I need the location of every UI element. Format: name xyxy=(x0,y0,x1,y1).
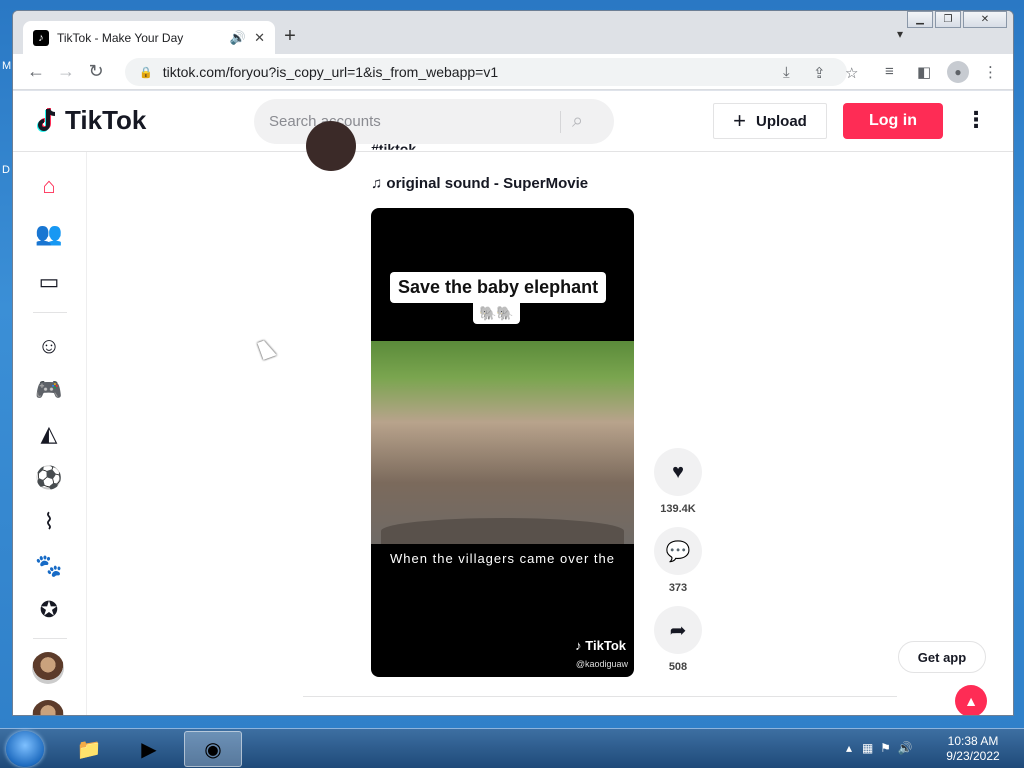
clock[interactable]: 10:38 AM 9/23/2022 xyxy=(940,734,1006,764)
lock-icon[interactable]: 🔒 xyxy=(139,66,153,79)
reload-icon[interactable]: ↻ xyxy=(81,61,111,82)
media-control-icon[interactable]: ≡ xyxy=(885,63,894,80)
tiktok-logo-icon xyxy=(35,107,59,135)
site-header: TikTok Search accounts ⌕ + Upload Log in… xyxy=(13,91,1013,152)
comment-count: 373 xyxy=(668,582,688,594)
suggested-account-avatar[interactable] xyxy=(32,700,64,715)
forward-icon[interactable]: → xyxy=(51,61,81,82)
sidebar-divider xyxy=(33,312,67,313)
speaker-icon[interactable]: 🔊 xyxy=(230,30,246,46)
video-subtitle: When the villagers came over the xyxy=(390,551,615,566)
search-divider xyxy=(560,111,561,133)
tab-search-chevron-icon[interactable]: ▾ xyxy=(897,27,903,41)
system-tray: ▴ ▦ ⚑ 🔊 xyxy=(846,741,912,755)
close-tab-icon[interactable]: ✕ xyxy=(254,30,265,46)
desktop-label-d: D xyxy=(2,164,10,176)
address-bar[interactable]: 🔒 tiktok.com/foryou?is_copy_url=1&is_fro… xyxy=(125,58,847,86)
sports-icon[interactable]: ⚽ xyxy=(35,464,63,492)
volume-icon[interactable]: 🔊 xyxy=(898,741,913,755)
music-note-icon: ♫ xyxy=(371,175,387,192)
comedy-icon[interactable]: ☺ xyxy=(35,332,63,360)
watermark-text: TikTok xyxy=(585,638,626,653)
side-panel-icon[interactable]: ◧ xyxy=(917,63,931,81)
back-to-top-button[interactable]: ▲ xyxy=(955,685,987,715)
share-icon[interactable]: ⇪ xyxy=(813,64,826,82)
taskbar: 📁 ▶ ◉ ▴ ▦ ⚑ 🔊 10:38 AM 9/23/2022 xyxy=(0,728,1024,768)
comment-icon: 💬 xyxy=(665,540,691,563)
search-icon[interactable]: ⌕ xyxy=(572,110,583,133)
tab-title: TikTok - Make Your Day xyxy=(57,30,184,45)
login-button[interactable]: Log in xyxy=(843,103,943,139)
share-button[interactable]: ➦ xyxy=(654,606,702,654)
food-icon[interactable]: ◭ xyxy=(35,420,63,448)
watermark-user: @kaodiguaw xyxy=(575,659,628,669)
well-image xyxy=(381,518,624,544)
start-button[interactable] xyxy=(6,731,44,767)
video-player[interactable]: Save the baby elephant 🐘🐘 When the villa… xyxy=(371,208,634,677)
sidebar-divider xyxy=(33,638,67,639)
clock-date: 9/23/2022 xyxy=(946,749,1000,763)
live-icon[interactable]: ▭ xyxy=(35,268,63,296)
tiktok-favicon-icon: ♪ xyxy=(33,29,49,46)
logo-text: TikTok xyxy=(65,105,147,135)
home-icon[interactable]: ⌂ xyxy=(35,172,63,200)
animals-icon[interactable]: 🐾 xyxy=(35,552,63,580)
back-icon[interactable]: ← xyxy=(21,61,51,82)
menu-dots-icon[interactable]: ⋮ xyxy=(983,63,998,81)
close-window-button[interactable]: ✕ xyxy=(963,11,1007,28)
heart-icon: ♥ xyxy=(672,460,684,483)
minimize-button[interactable]: ▁ xyxy=(907,11,933,28)
beauty-icon[interactable]: ⌇ xyxy=(35,508,63,536)
tab-tiktok[interactable]: ♪ TikTok - Make Your Day 🔊 ✕ xyxy=(23,21,275,54)
tray-arrow-icon[interactable]: ▴ xyxy=(846,741,852,755)
chrome-taskbar-icon[interactable]: ◉ xyxy=(184,731,242,767)
get-app-button[interactable]: Get app xyxy=(898,641,986,673)
bookmark-star-icon[interactable]: ☆ xyxy=(845,64,858,82)
tiktok-page: TikTok Search accounts ⌕ + Upload Log in… xyxy=(13,91,1013,715)
sound-name: original sound - SuperMovie xyxy=(386,175,589,192)
media-player-taskbar-icon[interactable]: ▶ xyxy=(120,731,178,767)
tiktok-logo[interactable]: TikTok xyxy=(35,105,146,136)
post-divider xyxy=(303,696,897,697)
install-icon[interactable]: ⤓ xyxy=(783,64,790,81)
following-icon[interactable]: 👥 xyxy=(35,220,63,248)
like-count: 139.4K xyxy=(660,503,696,515)
arrow-up-icon: ▲ xyxy=(964,693,978,709)
new-tab-button[interactable]: + xyxy=(277,25,303,48)
browser-window: ♪ TikTok - Make Your Day 🔊 ✕ + ▾ ▁ ❐ ✕ ←… xyxy=(12,10,1014,716)
suggested-account-avatar[interactable] xyxy=(32,652,64,684)
clock-time: 10:38 AM xyxy=(947,734,999,748)
share-count: 508 xyxy=(668,661,688,673)
window-controls: ▁ ❐ ✕ xyxy=(907,11,1007,28)
post-hashtag[interactable]: #tiktok xyxy=(371,141,416,150)
profile-icon[interactable]: ● xyxy=(947,61,969,83)
tab-strip: ♪ TikTok - Make Your Day 🔊 ✕ + ▾ ▁ ❐ ✕ xyxy=(13,11,1013,54)
browser-toolbar: ← → ↻ 🔒 tiktok.com/foryou?is_copy_url=1&… xyxy=(13,54,1013,90)
post-author-avatar[interactable] xyxy=(306,121,356,171)
upload-button[interactable]: + Upload xyxy=(713,103,827,139)
video-frame xyxy=(371,341,634,544)
more-options-icon[interactable]: ⋮ xyxy=(965,107,987,133)
gaming-icon[interactable]: 🎮 xyxy=(35,376,63,404)
maximize-button[interactable]: ❐ xyxy=(935,11,961,28)
action-center-icon[interactable]: ⚑ xyxy=(880,741,891,755)
explorer-taskbar-icon[interactable]: 📁 xyxy=(60,731,118,767)
desktop-label-m: M xyxy=(2,60,12,72)
url-text: tiktok.com/foryou?is_copy_url=1&is_from_… xyxy=(162,64,499,80)
post-sound[interactable]: ♫ original sound - SuperMovie xyxy=(371,175,588,192)
comment-button[interactable]: 💬 xyxy=(654,527,702,575)
plus-icon: + xyxy=(733,108,746,133)
upload-label: Upload xyxy=(756,112,807,130)
video-caption: Save the baby elephant xyxy=(390,272,607,303)
tiktok-watermark: ♪ TikTok xyxy=(575,638,626,653)
sidebar: ⌂ 👥 ▭ ☺ 🎮 ◭ ⚽ ⌇ 🐾 ✪ xyxy=(13,152,87,715)
share-arrow-icon: ➦ xyxy=(669,619,687,642)
like-button[interactable]: ♥ xyxy=(654,448,702,496)
video-caption-emoji: 🐘🐘 xyxy=(473,303,520,324)
achievement-icon[interactable]: ✪ xyxy=(35,596,63,624)
network-icon[interactable]: ▦ xyxy=(862,741,873,755)
